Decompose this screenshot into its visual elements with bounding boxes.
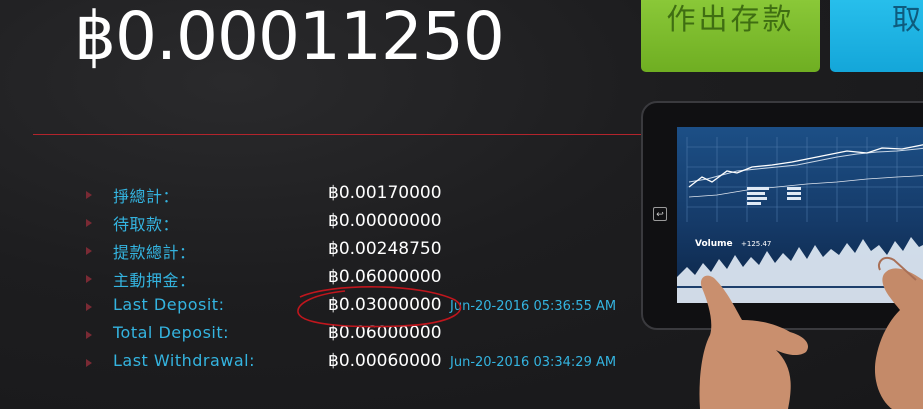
stat-row-pending-withdrawal: 待取款： ฿0.00000000 <box>86 211 626 239</box>
stats-list: 掙總計： ฿0.00170000 待取款： ฿0.00000000 提款總計： … <box>86 183 626 379</box>
stat-value: ฿0.00248750 <box>328 239 442 259</box>
stat-label: 主動押金： <box>113 271 196 290</box>
balance-amount: ฿0.00011250 <box>74 0 505 75</box>
tablet-home-icon: ↩ <box>653 207 667 221</box>
stat-row-active-deposit: 主動押金： ฿0.06000000 <box>86 267 626 295</box>
withdraw-button[interactable]: 取 <box>830 0 923 72</box>
stat-row-total-earned: 掙總計： ฿0.00170000 <box>86 183 626 211</box>
stat-value: ฿0.03000000 <box>328 295 442 315</box>
stat-label: Total Deposit: <box>113 323 230 342</box>
stat-label: Last Deposit: <box>113 295 225 314</box>
stat-timestamp: Jun-20-2016 05:36:55 AM <box>450 299 617 314</box>
stat-label: 待取款： <box>113 215 180 234</box>
bullet-arrow-icon <box>86 275 92 283</box>
stat-value: ฿0.00060000 <box>328 351 442 371</box>
stat-label: 提款總計： <box>113 243 196 262</box>
bullet-arrow-icon <box>86 303 92 311</box>
stat-timestamp: Jun-20-2016 03:34:29 AM <box>450 355 617 370</box>
stat-value: ฿0.00000000 <box>328 211 442 231</box>
bullet-arrow-icon <box>86 331 92 339</box>
stat-label: 掙總計： <box>113 187 180 206</box>
stat-value: ฿0.06000000 <box>328 323 442 343</box>
stat-row-last-withdrawal: Last Withdrawal: ฿0.00060000 Jun-20-2016… <box>86 351 626 379</box>
bullet-arrow-icon <box>86 219 92 227</box>
bullet-arrow-icon <box>86 247 92 255</box>
stat-row-total-deposit: Total Deposit: ฿0.06000000 <box>86 323 626 351</box>
stat-value: ฿0.00170000 <box>328 183 442 203</box>
stat-label: Last Withdrawal: <box>113 351 256 370</box>
bullet-arrow-icon <box>86 191 92 199</box>
stat-row-total-withdrawn: 提款總計： ฿0.00248750 <box>86 239 626 267</box>
stat-value: ฿0.06000000 <box>328 267 442 287</box>
stat-row-last-deposit: Last Deposit: ฿0.03000000 Jun-20-2016 05… <box>86 295 626 323</box>
section-divider <box>33 134 693 135</box>
deposit-button[interactable]: 作出存款 <box>641 0 820 72</box>
hands-illustration <box>699 256 923 409</box>
bullet-arrow-icon <box>86 359 92 367</box>
